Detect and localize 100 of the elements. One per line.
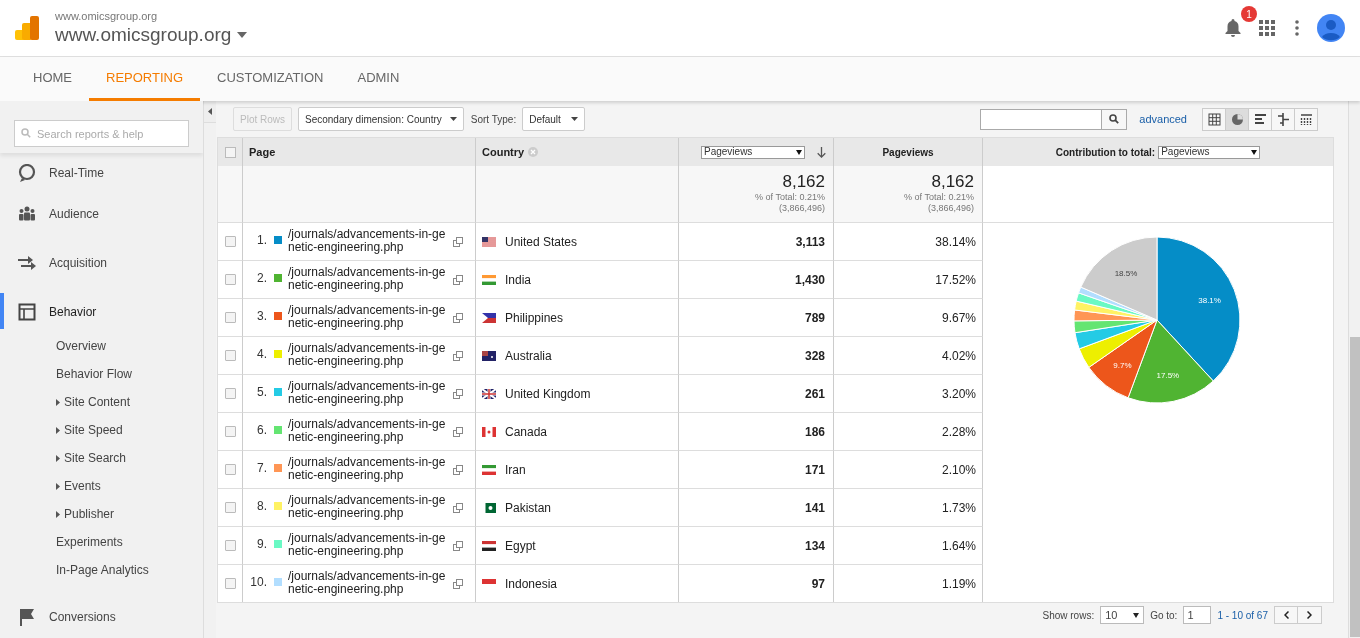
slice-label: 38.1% xyxy=(1198,295,1221,305)
row-checkbox[interactable] xyxy=(224,388,236,399)
sidebar-item[interactable]: Real-Time xyxy=(0,157,203,189)
sidebar-subitem[interactable]: Events xyxy=(56,472,203,500)
expand-triangle-icon xyxy=(56,454,60,462)
sidebar-item[interactable]: Audience xyxy=(0,189,203,238)
flag-icon xyxy=(482,464,496,475)
grid-icon xyxy=(1207,112,1221,126)
flag-icon xyxy=(482,502,496,513)
sidebar-subitem[interactable]: Behavior Flow xyxy=(56,360,203,388)
search-button[interactable] xyxy=(1102,108,1128,130)
property-selector[interactable]: www.omicsgroup.org xyxy=(55,22,248,47)
page-link[interactable]: /journals/advancements-in-genetic-engineering.php xyxy=(288,494,451,520)
contribution-dropdown[interactable]: Pageviews xyxy=(1158,145,1261,159)
open-external-icon xyxy=(453,389,463,399)
arrows-icon xyxy=(18,253,36,272)
row-number: 6. xyxy=(256,422,268,437)
table-filter-field[interactable] xyxy=(980,108,1103,130)
country-name: United Kingdom xyxy=(505,385,591,403)
metric-dropdown[interactable]: Pageviews xyxy=(701,145,805,159)
country-name: Iran xyxy=(505,461,526,479)
pageviews-value: 134 xyxy=(804,537,825,555)
flag-icon xyxy=(482,236,496,247)
caret-icon xyxy=(1251,149,1258,155)
sort-type-label: Sort Type: xyxy=(470,112,517,127)
page-link[interactable]: /journals/advancements-in-genetic-engineering.php xyxy=(288,342,451,368)
row-checkbox[interactable] xyxy=(224,236,236,247)
sidebar-item[interactable]: Acquisition xyxy=(0,238,203,287)
row-number: 7. xyxy=(256,460,268,475)
page-link[interactable]: /journals/advancements-in-genetic-engineering.php xyxy=(288,380,451,406)
sidebar-item[interactable]: Conversions xyxy=(0,592,203,638)
apps-grid-icon[interactable] xyxy=(1259,20,1275,36)
percent-value: 1.19% xyxy=(941,575,976,593)
flag-icon xyxy=(18,607,36,626)
row-checkbox[interactable] xyxy=(224,464,236,475)
pageviews-value: 141 xyxy=(804,499,825,517)
country-name: Egypt xyxy=(505,537,536,555)
row-checkbox[interactable] xyxy=(224,274,236,285)
sort-arrow-icon xyxy=(817,146,826,158)
comparison-icon xyxy=(1276,112,1290,126)
row-checkbox[interactable] xyxy=(224,426,236,437)
slice-label: 18.5% xyxy=(1114,268,1138,278)
expand-triangle-icon xyxy=(56,398,60,406)
next-page-button[interactable] xyxy=(1298,606,1322,624)
row-checkbox[interactable] xyxy=(224,350,236,361)
notifications-bell-icon[interactable] xyxy=(1225,19,1241,37)
sidebar-subitem[interactable]: Site Content xyxy=(56,388,203,416)
more-menu-icon[interactable] xyxy=(1295,20,1299,36)
remove-dimension-icon[interactable] xyxy=(528,147,539,157)
row-checkbox[interactable] xyxy=(224,502,236,513)
sort-type-dropdown[interactable]: Default xyxy=(522,107,585,131)
advanced-link[interactable]: advanced xyxy=(1139,110,1187,128)
pageviews-value: 171 xyxy=(804,461,825,479)
page-link[interactable]: /journals/advancements-in-genetic-engineering.php xyxy=(288,570,451,596)
layout-icon xyxy=(18,302,36,321)
sidebar-subitem[interactable]: Site Search xyxy=(56,444,203,472)
go-to-field[interactable]: 1 xyxy=(1183,606,1212,624)
row-checkbox[interactable] xyxy=(224,312,236,323)
pivot-view-button[interactable] xyxy=(1294,107,1318,131)
page-link[interactable]: /journals/advancements-in-genetic-engineering.php xyxy=(288,532,451,558)
people-icon xyxy=(18,204,36,223)
analytics-logo-icon xyxy=(15,16,39,40)
total-value: 8,162 xyxy=(782,172,825,192)
pageviews-value: 186 xyxy=(804,423,825,441)
secondary-dimension-dropdown[interactable]: Secondary dimension: Country xyxy=(298,107,464,131)
sidebar-subitem[interactable]: Publisher xyxy=(56,500,203,528)
open-external-icon xyxy=(453,579,463,589)
bar-chart-icon xyxy=(1253,112,1267,126)
page-link[interactable]: /journals/advancements-in-genetic-engineering.php xyxy=(288,228,451,254)
row-checkbox[interactable] xyxy=(224,540,236,551)
row-number: 5. xyxy=(256,384,268,399)
show-rows-dropdown[interactable]: 10 xyxy=(1100,606,1145,624)
comparison-view-button[interactable] xyxy=(1271,107,1295,131)
previous-page-button[interactable] xyxy=(1274,606,1298,624)
page-link[interactable]: /journals/advancements-in-genetic-engineering.php xyxy=(288,456,451,482)
page-link[interactable]: /journals/advancements-in-genetic-engineering.php xyxy=(288,304,451,330)
avatar-icon[interactable] xyxy=(1317,14,1345,42)
sidebar-subitem[interactable]: In-Page Analytics xyxy=(56,556,203,584)
go-to-label: Go to: xyxy=(1150,608,1178,623)
pivot-icon xyxy=(1299,112,1313,126)
table-view-button[interactable] xyxy=(1202,107,1226,131)
bar-view-button[interactable] xyxy=(1248,107,1272,131)
nav-tab[interactable]: HOME xyxy=(16,57,89,101)
percent-value: 2.10% xyxy=(941,461,976,479)
page-link[interactable]: /journals/advancements-in-genetic-engineering.php xyxy=(288,418,451,444)
slice-label: 9.7% xyxy=(1113,360,1132,370)
search-field[interactable]: Search reports & help xyxy=(14,120,189,147)
chevron-right-icon xyxy=(1307,611,1312,619)
pageviews-value: 3,113 xyxy=(795,233,825,251)
sidebar-subitem[interactable]: Experiments xyxy=(56,528,203,556)
scrollbar-thumb[interactable] xyxy=(1350,337,1360,637)
pie-view-button[interactable] xyxy=(1225,107,1249,131)
row-checkbox[interactable] xyxy=(224,578,236,589)
nav-tab[interactable]: CUSTOMIZATION xyxy=(200,57,341,101)
sidebar-subitem[interactable]: Site Speed xyxy=(56,416,203,444)
chevron-left-icon xyxy=(1283,611,1289,619)
nav-tab[interactable]: ADMIN xyxy=(340,57,417,101)
percent-value: 1.73% xyxy=(941,499,976,517)
page-link[interactable]: /journals/advancements-in-genetic-engineering.php xyxy=(288,266,451,292)
select-all-checkbox[interactable] xyxy=(224,146,236,158)
